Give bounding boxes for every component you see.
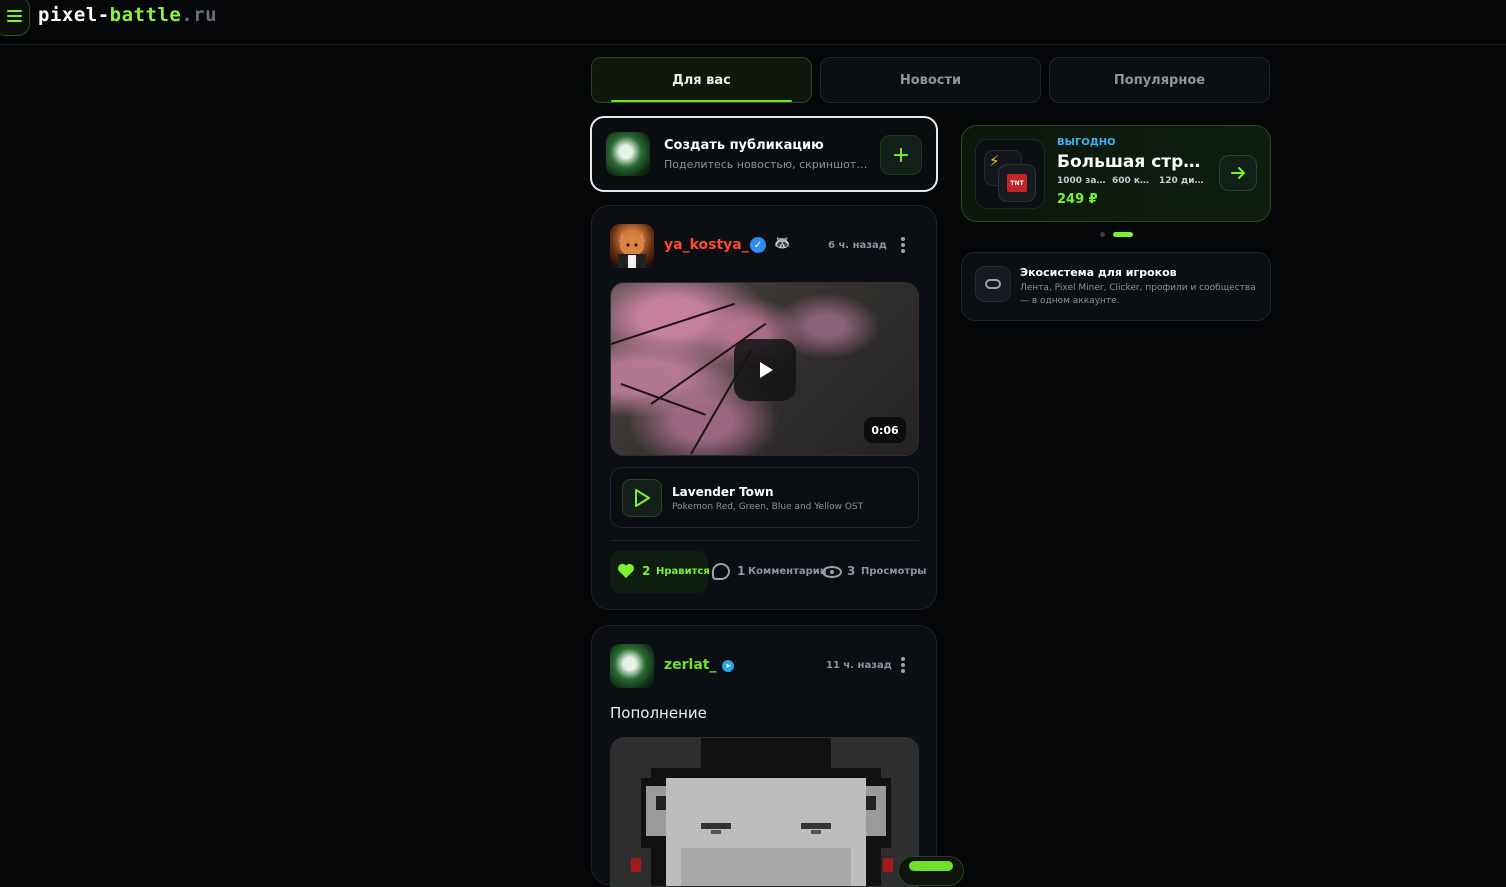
cat-avatar-icon [618,232,646,268]
play-icon [635,489,650,507]
views-label: Просмотры [861,566,927,577]
top-bar: pixel-battle.ru [0,0,1506,45]
comment-label[interactable]: Комментарии [748,566,827,577]
track-title: Lavender Town [672,485,774,499]
post-time: 11 ч. назад [826,660,892,671]
carousel-dot-1[interactable] [1100,232,1105,237]
create-post-subtitle: Поделитесь новостью, скриншотом или виде… [664,158,874,171]
post-card: zerlat_ ➤ 11 ч. назад Пополнение [591,625,937,887]
verified-badge-icon: ✓ [750,237,766,253]
comment-count[interactable]: 1 [737,564,745,578]
create-post-button[interactable]: + [880,135,922,175]
music-track[interactable]: Lavender Town Pokemon Red, Green, Blue a… [610,467,919,528]
avatar [606,132,650,176]
carousel-dot-2[interactable] [1113,232,1133,237]
promo-title: Большая стройка [1057,152,1207,172]
video-player[interactable]: 0:06 [610,282,919,456]
tab-for-you[interactable]: Для вас [591,57,812,103]
play-video-button[interactable] [734,339,796,401]
tab-popular[interactable]: Популярное [1049,57,1270,103]
lightning-icon: ⚡ [989,152,1000,170]
tnt-icon: TNT [1007,174,1027,192]
promo-stat-pickaxes: 600 кирок [1112,176,1152,186]
menu-button[interactable] [0,0,30,36]
site-logo[interactable]: pixel-battle.ru [38,4,217,26]
pixel-art-bear-image [611,738,918,886]
heart-icon [618,563,634,579]
arrow-right-icon [1231,167,1245,179]
logo-text-battle: battle [109,4,182,26]
promo-stat-dynamite: 120 динамитов [1159,176,1207,186]
create-post-title: Создать публикацию [664,138,824,153]
like-label: Нравится [656,566,710,577]
like-count: 2 [642,564,651,578]
create-post-card[interactable]: Создать публикацию Поделитесь новостью, … [590,116,938,192]
avatar[interactable] [610,644,654,688]
tab-news[interactable]: Новости [820,57,1041,103]
video-duration: 0:06 [864,417,906,443]
gamepad-icon [975,266,1011,302]
play-track-button[interactable] [622,479,662,517]
post-time: 6 ч. назад [828,240,887,251]
views-icon [822,566,842,578]
post-username[interactable]: zerlat_ [664,657,717,673]
ecosystem-title: Экосистема для игроков [1020,266,1177,279]
promo-go-button[interactable] [1219,155,1257,191]
post-image[interactable] [610,737,919,887]
like-button[interactable]: 2 Нравится [610,551,710,593]
promo-price: 249 ₽ [1057,192,1098,207]
views-count: 3 [847,564,856,578]
avatar[interactable] [610,224,654,268]
promo-card[interactable]: ⚡ TNT ВЫГОДНО Большая стройка 1000 заряд… [961,125,1271,222]
play-icon [760,362,773,378]
feed-tabs: Для вас Новости Популярное [591,57,1271,103]
ecosystem-card[interactable]: Экосистема для игроков Лента, Pixel Mine… [961,252,1271,321]
comment-icon[interactable] [712,563,730,580]
promo-stat-charges: 1000 зарядов [1057,176,1107,186]
logo-text-pixel: pixel- [38,4,110,26]
promo-icon: ⚡ TNT [975,139,1045,209]
post-card: ya_kostya_ ✓ 🦝 6 ч. назад 0:06 Lavender … [591,205,937,610]
divider [610,540,919,541]
hamburger-menu-icon [6,10,22,22]
post-username[interactable]: ya_kostya_ [664,237,749,253]
more-options-icon[interactable] [901,657,905,673]
floating-action-button[interactable] [898,856,964,886]
logo-text-domain: .ru [181,4,218,26]
track-subtitle: Pokemon Red, Green, Blue and Yellow OST [672,502,864,512]
ecosystem-description: Лента, Pixel Miner, Clicker, профили и с… [1020,283,1256,306]
promo-tag: ВЫГОДНО [1057,137,1116,148]
user-badge-icon: 🦝 [774,236,791,251]
telegram-icon: ➤ [722,660,734,672]
post-actions: 2 Нравится 1 Комментарии 3 Просмотры [610,551,930,593]
more-options-icon[interactable] [901,237,905,253]
post-text: Пополнение [610,704,707,722]
